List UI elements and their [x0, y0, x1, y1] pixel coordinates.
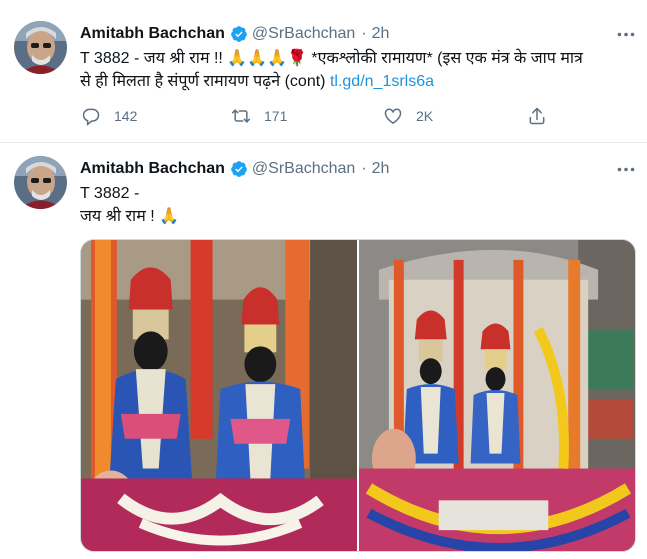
reply-button[interactable]: 142 — [81, 106, 137, 126]
tweet-text: T 3882 - जय श्री राम ! 🙏 — [80, 182, 630, 228]
more-options-icon[interactable] — [615, 160, 637, 178]
avatar[interactable] — [14, 21, 67, 74]
author-handle[interactable]: @SrBachchan — [252, 24, 355, 44]
tweet-link[interactable]: tl.gd/n_1srls6a — [330, 73, 434, 90]
tweet[interactable]: Amitabh Bachchan @SrBachchan · 2h T 3882… — [0, 143, 647, 559]
share-button[interactable] — [527, 106, 560, 126]
tweet-actions: 142 171 2K — [80, 106, 550, 130]
tweet-text-line: से ही मिलता है संपूर्ण रामायण पढ़ने (con… — [80, 70, 630, 93]
retweet-icon — [231, 109, 251, 123]
retweet-button[interactable]: 171 — [231, 106, 287, 126]
tweet-text: T 3882 - जय श्री राम !! 🙏🙏🙏🌹 *एकश्लोकी र… — [80, 47, 630, 93]
author-name[interactable]: Amitabh Bachchan — [80, 159, 225, 179]
tweet[interactable]: Amitabh Bachchan @SrBachchan · 2h T 3882… — [0, 0, 647, 143]
tweet-text-line: जय श्री राम ! 🙏 — [80, 208, 180, 225]
author-name[interactable]: Amitabh Bachchan — [80, 24, 225, 44]
tweet-photo[interactable] — [359, 240, 635, 551]
retweet-count: 171 — [264, 108, 288, 124]
tweet-header: Amitabh Bachchan @SrBachchan · 2h — [80, 159, 389, 179]
share-icon — [529, 107, 545, 125]
tweet-text-line: T 3882 - जय श्री राम !! 🙏🙏🙏🌹 *एकश्लोकी र… — [80, 50, 583, 67]
verified-badge-icon — [230, 160, 248, 178]
timestamp[interactable]: 2h — [372, 24, 390, 44]
separator-dot: · — [361, 25, 367, 42]
reply-icon — [82, 108, 100, 126]
like-count: 2K — [416, 108, 434, 124]
reply-count: 142 — [114, 108, 138, 124]
author-handle[interactable]: @SrBachchan — [252, 159, 355, 179]
tweet-media — [80, 239, 636, 552]
tweet-photo[interactable] — [81, 240, 357, 551]
heart-icon — [384, 108, 402, 124]
more-options-icon[interactable] — [615, 25, 637, 43]
like-button[interactable]: 2K — [383, 106, 433, 126]
verified-badge-icon — [230, 25, 248, 43]
tweet-header: Amitabh Bachchan @SrBachchan · 2h — [80, 24, 389, 44]
avatar[interactable] — [14, 156, 67, 209]
tweet-text-fragment: से ही मिलता है संपूर्ण रामायण पढ़ने (con… — [80, 73, 326, 90]
timestamp[interactable]: 2h — [372, 159, 390, 179]
separator-dot: · — [361, 160, 367, 177]
tweet-text-line: T 3882 - — [80, 185, 140, 202]
